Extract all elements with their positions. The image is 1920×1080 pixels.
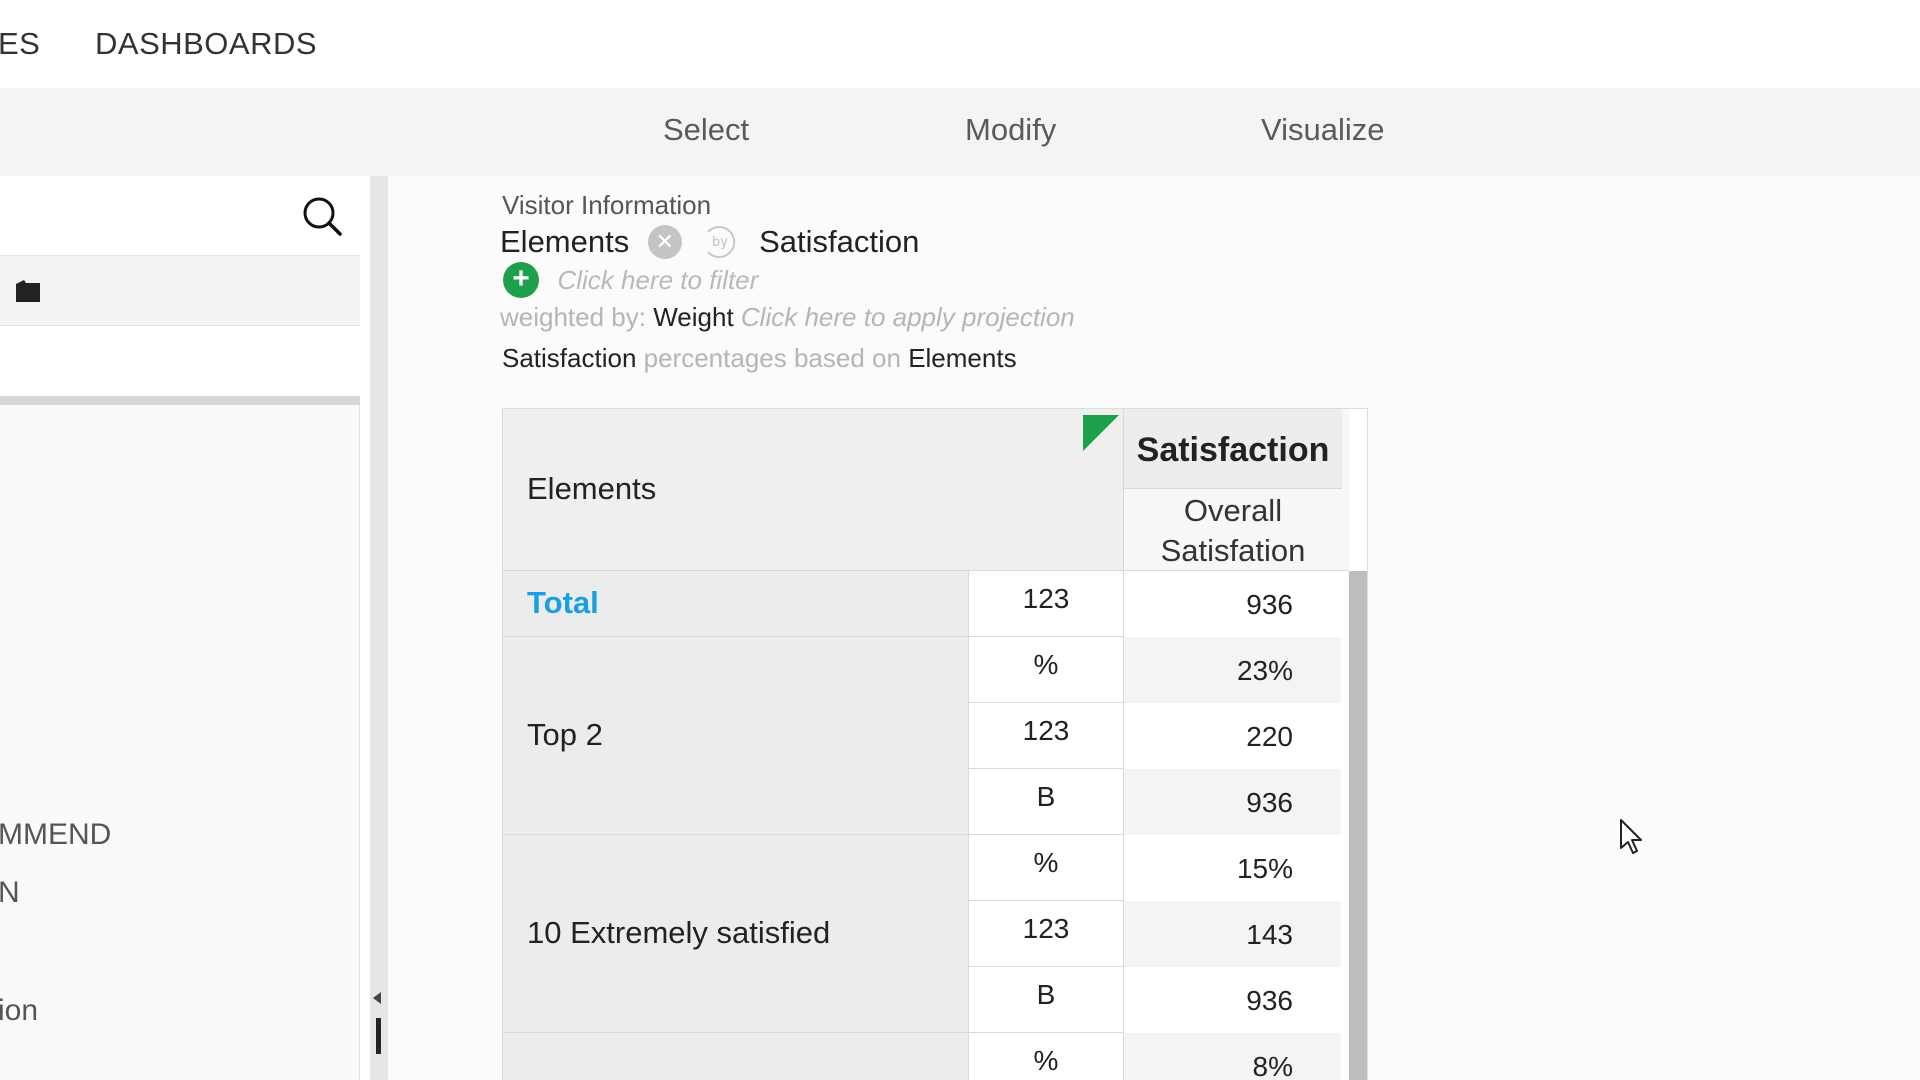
- sidebar-divider: [0, 396, 360, 405]
- row-label-total[interactable]: Total: [527, 585, 599, 621]
- stat-cell: B: [968, 967, 1123, 1033]
- column-category-header: Overall Satisfation: [1124, 489, 1342, 571]
- filter-row: + Click here to filter: [503, 262, 758, 298]
- projection-link[interactable]: Click here to apply projection: [741, 302, 1075, 332]
- sidebar-item[interactable]: ion: [0, 994, 38, 1028]
- row-group: [503, 1033, 968, 1080]
- svg-text:by: by: [713, 235, 729, 250]
- value-cell: 8%: [1123, 1033, 1341, 1080]
- value-cell: 936: [1123, 967, 1341, 1033]
- sidebar-item[interactable]: MMEND: [0, 818, 111, 852]
- basis-variable[interactable]: Satisfaction: [502, 343, 636, 373]
- sidebar-folder-row[interactable]: [0, 256, 360, 326]
- value-cell: 143: [1123, 901, 1341, 967]
- column-category-line2: Satisfation: [1160, 533, 1306, 568]
- column-variable-header[interactable]: Satisfaction: [1124, 409, 1342, 489]
- add-filter-icon[interactable]: +: [503, 262, 539, 298]
- value-cell: 15%: [1123, 835, 1341, 901]
- row-header-cell: Elements: [503, 409, 1123, 571]
- by-icon[interactable]: by: [700, 222, 740, 262]
- stat-cell: %: [968, 835, 1123, 901]
- top-nav: ES DASHBOARDS: [0, 0, 1920, 88]
- row-header-label: Elements: [527, 471, 657, 506]
- sidebar-search-row: [0, 176, 360, 256]
- nav-item-dashboards[interactable]: DASHBOARDS: [95, 26, 317, 62]
- stat-cell: %: [968, 1033, 1123, 1080]
- basis-base[interactable]: Elements: [908, 343, 1016, 373]
- weight-variable[interactable]: Weight: [653, 302, 733, 332]
- table-scrollbar[interactable]: [1349, 571, 1367, 1080]
- corner-flag-icon[interactable]: [1083, 415, 1119, 451]
- query-variables: Elements ✕ by Satisfaction: [500, 222, 919, 262]
- sidebar-item[interactable]: N: [0, 876, 20, 910]
- weight-row: weighted by: Weight Click here to apply …: [500, 302, 1075, 333]
- crosstab-table: Elements Satisfaction Overall Satisfatio…: [502, 408, 1368, 1080]
- folder-icon: [16, 280, 40, 302]
- value-cell: 936: [1123, 769, 1341, 835]
- splitter-grip[interactable]: [376, 1018, 381, 1054]
- sidebar-blank-row: [0, 326, 360, 396]
- tab-select[interactable]: Select: [663, 112, 749, 148]
- stat-cell: 123: [968, 901, 1123, 967]
- value-cell: 220: [1123, 703, 1341, 769]
- weighted-by-label: weighted by:: [500, 302, 646, 332]
- value-cell: 936: [1123, 571, 1341, 637]
- column-header: Satisfaction Overall Satisfation: [1123, 409, 1349, 571]
- nav-item-partial[interactable]: ES: [0, 26, 40, 62]
- tab-visualize[interactable]: Visualize: [1261, 112, 1385, 148]
- panel-splitter[interactable]: [370, 176, 388, 1080]
- value-cell: 23%: [1123, 637, 1341, 703]
- row-group: Top 2: [503, 637, 968, 835]
- cursor-icon: [1620, 819, 1642, 854]
- basis-text: percentages based on: [643, 343, 901, 373]
- stat-cell: %: [968, 637, 1123, 703]
- column-variable[interactable]: Satisfaction: [759, 224, 919, 260]
- row-group: 10 Extremely satisfied: [503, 835, 968, 1033]
- row-variable[interactable]: Elements: [500, 224, 629, 260]
- row-label[interactable]: 10 Extremely satisfied: [527, 915, 830, 951]
- remove-icon[interactable]: ✕: [647, 225, 682, 259]
- column-category-line1: Overall: [1183, 493, 1283, 528]
- tab-modify[interactable]: Modify: [965, 112, 1056, 148]
- search-icon[interactable]: [300, 194, 344, 238]
- stat-cell: 123: [968, 571, 1123, 637]
- stat-cell: B: [968, 769, 1123, 835]
- collapse-arrow-icon[interactable]: [373, 992, 381, 1004]
- filter-link[interactable]: Click here to filter: [557, 265, 758, 296]
- query-context: Visitor Information: [502, 190, 712, 220]
- row-group-total: Total: [503, 571, 968, 637]
- workflow-toolbar: Select Modify Visualize: [0, 88, 1920, 176]
- stat-cell: 123: [968, 703, 1123, 769]
- basis-row: Satisfaction percentages based on Elemen…: [502, 343, 1017, 374]
- variable-sidebar: MMEND N ion: [0, 176, 360, 1080]
- row-label[interactable]: Top 2: [527, 717, 603, 753]
